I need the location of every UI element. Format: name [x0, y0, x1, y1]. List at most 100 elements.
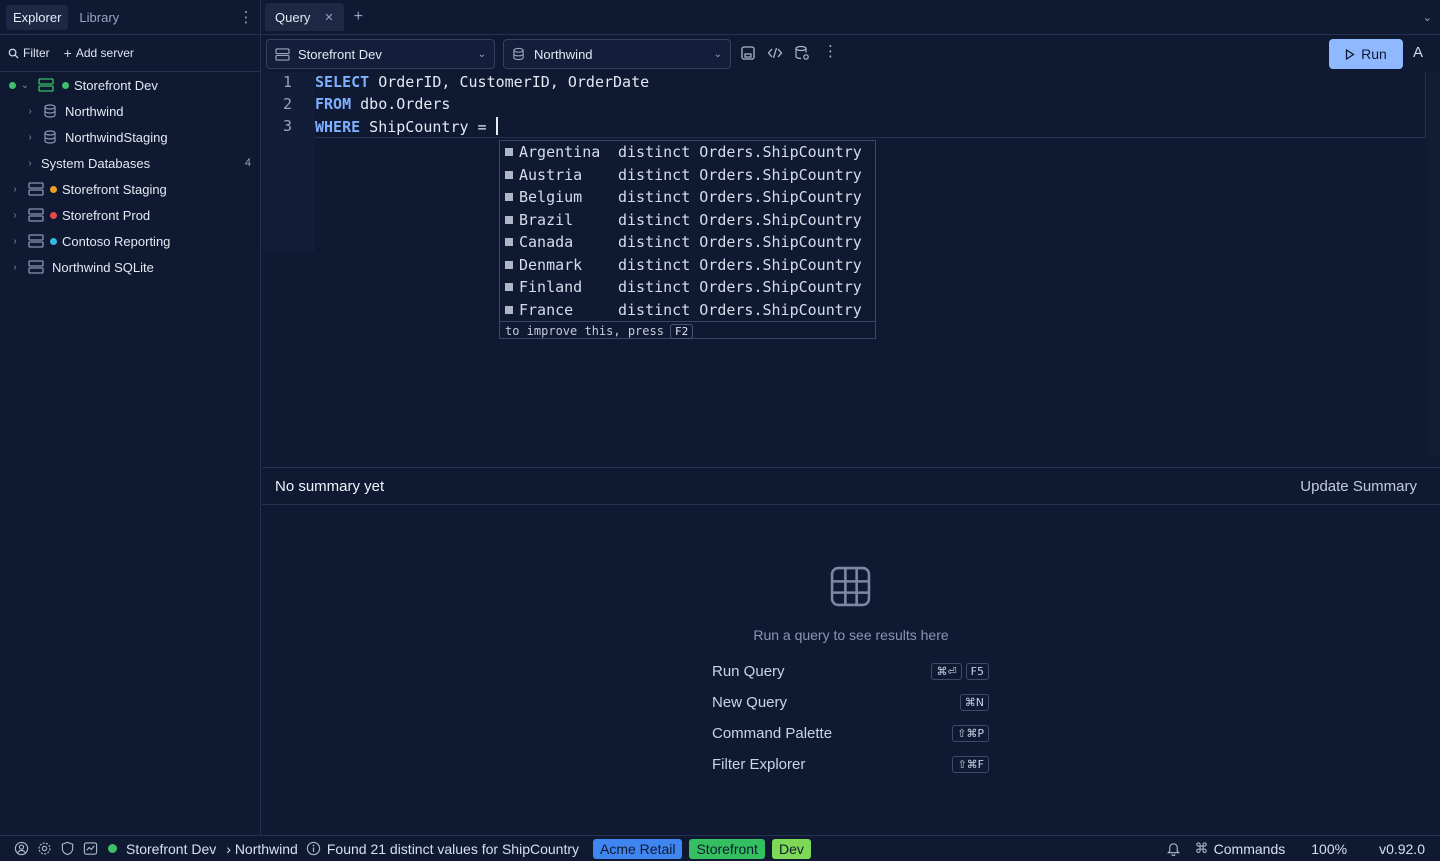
new-tab-plus-icon[interactable]: +: [354, 8, 363, 26]
zoom-level[interactable]: 100%: [1311, 841, 1347, 857]
tag-storefront[interactable]: Storefront: [689, 838, 765, 859]
query-toolbar: Storefront Dev ⌄ Northwind ⌄ ⋮ Run A: [262, 36, 1440, 72]
tree-item-northwindstaging[interactable]: › NorthwindStaging: [0, 124, 260, 150]
chevron-down-icon: ⌄: [713, 48, 722, 60]
suggestion-value: Belgium: [519, 188, 583, 207]
run-button[interactable]: Run: [1329, 39, 1403, 69]
value-icon: [505, 215, 513, 224]
autocomplete-item[interactable]: Canada distinct Orders.ShipCountry: [500, 231, 875, 254]
code-text: OrderID, CustomerID, OrderDate: [369, 73, 650, 91]
code-line[interactable]: WHERE ShipCountry =: [315, 117, 498, 136]
tree-item-label: Contoso Reporting: [62, 233, 171, 249]
app-version: v0.92.0: [1379, 840, 1425, 857]
tree-item-label: System Databases: [41, 155, 151, 171]
shortcut-new-query[interactable]: New Query ⌘N: [712, 690, 989, 714]
add-server-button[interactable]: + Add server: [64, 45, 134, 61]
shortcut-key: F5: [965, 662, 989, 680]
tree-item-storefront-prod[interactable]: › Storefront Prod: [0, 202, 260, 228]
tree-item-storefront-staging[interactable]: › Storefront Staging: [0, 176, 260, 202]
connection-status-dot: [9, 81, 16, 89]
tree-item-northwind[interactable]: › Northwind: [0, 98, 260, 124]
shield-icon[interactable]: [60, 841, 75, 856]
save-icon[interactable]: [740, 45, 756, 61]
autocomplete-item[interactable]: Brazil distinct Orders.ShipCountry: [500, 209, 875, 232]
chevron-right-icon[interactable]: ›: [25, 106, 35, 117]
shortcut-label: Run Query: [712, 662, 785, 680]
summary-text: No summary yet: [275, 477, 385, 495]
autocomplete-item[interactable]: Argentina distinct Orders.ShipCountry: [500, 141, 875, 164]
shortcut-key: ⇧⌘F: [952, 755, 989, 773]
settings-gear-icon[interactable]: [37, 841, 52, 856]
more-options-icon[interactable]: ⋮: [823, 43, 839, 60]
account-avatar[interactable]: A: [1413, 44, 1423, 61]
shortcut-filter-explorer[interactable]: Filter Explorer ⇧⌘F: [712, 752, 989, 776]
text-cursor: [495, 117, 498, 135]
code-line[interactable]: SELECT OrderID, CustomerID, OrderDate: [315, 73, 649, 91]
line-number: 1: [282, 73, 292, 91]
commands-button[interactable]: Commands: [1214, 841, 1286, 857]
shortcut-command-palette[interactable]: Command Palette ⇧⌘P: [712, 721, 989, 745]
suggestion-value: Canada: [519, 233, 574, 252]
database-settings-icon[interactable]: [794, 45, 810, 61]
plus-icon: +: [63, 45, 72, 61]
autocomplete-item[interactable]: France distinct Orders.ShipCountry: [500, 299, 875, 322]
command-key-icon: ⌘: [1194, 840, 1209, 856]
tree-item-label: Storefront Prod: [62, 207, 151, 223]
tree-item-storefront-dev[interactable]: ⌄ Storefront Dev: [0, 72, 260, 98]
autocomplete-item[interactable]: Finland distinct Orders.ShipCountry: [500, 276, 875, 299]
shortcut-label: Command Palette: [712, 724, 833, 742]
autocomplete-item[interactable]: Austria distinct Orders.ShipCountry: [500, 164, 875, 187]
sidebar-tabs: Explorer Library ⋮: [0, 0, 260, 35]
server-icon: [28, 182, 44, 196]
autocomplete-item[interactable]: Belgium distinct Orders.ShipCountry: [500, 186, 875, 209]
server-icon: [28, 208, 44, 222]
autocomplete-item[interactable]: Denmark distinct Orders.ShipCountry: [500, 254, 875, 277]
empty-results-message: Run a query to see results here: [753, 627, 949, 643]
value-icon: [505, 193, 513, 202]
editor-scrollbar[interactable]: [1428, 72, 1440, 456]
more-options-icon[interactable]: ⋮: [238, 8, 254, 26]
server-select-value: Storefront Dev: [298, 46, 382, 62]
suggestion-value: France: [519, 300, 574, 319]
tree-item-contoso-reporting[interactable]: › Contoso Reporting: [0, 228, 260, 254]
shortcut-run-query[interactable]: Run Query ⌘⏎ F5: [712, 659, 989, 683]
sql-editor[interactable]: 1 SELECT OrderID, CustomerID, OrderDate …: [262, 72, 1428, 456]
filter-button[interactable]: Filter: [8, 46, 50, 60]
line-number: 3: [282, 117, 292, 135]
chevron-right-icon[interactable]: ›: [10, 184, 20, 195]
status-connection[interactable]: Storefront Dev: [126, 841, 216, 857]
suggestion-detail: distinct Orders.ShipCountry: [618, 233, 862, 252]
chevron-down-icon[interactable]: ⌄: [20, 80, 30, 91]
update-summary-button[interactable]: Update Summary: [1300, 478, 1417, 495]
tree-item-northwind-sqlite[interactable]: › Northwind SQLite: [0, 254, 260, 280]
account-circle-icon[interactable]: [14, 841, 29, 856]
tab-query[interactable]: Query ✕: [265, 3, 344, 31]
database-icon: [44, 130, 56, 144]
tree-item-system-databases[interactable]: › System Databases 4: [0, 150, 260, 176]
chevron-right-icon[interactable]: ›: [10, 262, 20, 273]
database-select-value: Northwind: [534, 46, 593, 62]
database-select[interactable]: Northwind ⌄: [503, 39, 731, 69]
tag-acme-retail[interactable]: Acme Retail: [593, 838, 683, 859]
chevron-right-icon[interactable]: ›: [10, 236, 20, 247]
value-icon: [505, 148, 513, 157]
chevron-right-icon[interactable]: ›: [25, 132, 35, 143]
chevron-right-icon[interactable]: ›: [10, 210, 20, 221]
status-database[interactable]: › Northwind: [226, 841, 298, 857]
server-select[interactable]: Storefront Dev ⌄: [266, 39, 495, 69]
suggestion-value: Finland: [519, 278, 583, 297]
close-icon[interactable]: ✕: [324, 11, 333, 24]
chevron-right-icon[interactable]: ›: [25, 158, 35, 169]
tag-dev[interactable]: Dev: [771, 838, 811, 859]
code-icon[interactable]: [767, 45, 783, 61]
activity-chart-icon[interactable]: [83, 841, 98, 856]
server-icon: [38, 78, 54, 92]
tab-explorer[interactable]: Explorer: [6, 4, 69, 30]
tab-library[interactable]: Library: [72, 5, 126, 30]
explorer-sidebar: Explorer Library ⋮ Filter + Add server ⌄…: [0, 0, 261, 835]
bell-icon[interactable]: [1166, 841, 1181, 856]
chevron-down-icon[interactable]: ⌄: [1423, 11, 1432, 24]
value-icon: [505, 305, 513, 314]
code-line[interactable]: FROM dbo.Orders: [315, 95, 450, 113]
suggestion-detail: distinct Orders.ShipCountry: [618, 188, 862, 207]
